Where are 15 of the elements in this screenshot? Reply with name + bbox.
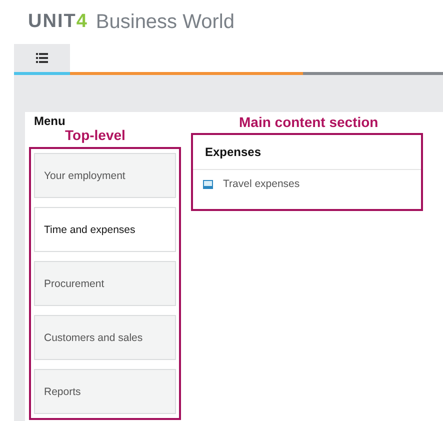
menu-tab[interactable] xyxy=(14,44,70,72)
annotation-label: Top-level xyxy=(64,127,126,143)
menu-item[interactable]: Customers and sales xyxy=(34,315,176,360)
logo: UNIT4 xyxy=(28,11,88,33)
menu-icon xyxy=(36,53,48,63)
menu-link[interactable]: Travel expenses xyxy=(193,170,421,198)
menu-item[interactable]: Procurement xyxy=(34,261,176,306)
section-heading: Expenses xyxy=(193,135,421,170)
menu-item[interactable]: Your employment xyxy=(34,153,176,198)
product-name: Business World xyxy=(96,10,234,34)
menu-item[interactable]: Reports xyxy=(34,369,176,414)
annotation-label: Main content section xyxy=(238,113,380,130)
menu-item[interactable]: Time and expenses xyxy=(34,207,176,252)
window-icon xyxy=(203,180,213,188)
menu-title: Menu xyxy=(33,113,66,127)
